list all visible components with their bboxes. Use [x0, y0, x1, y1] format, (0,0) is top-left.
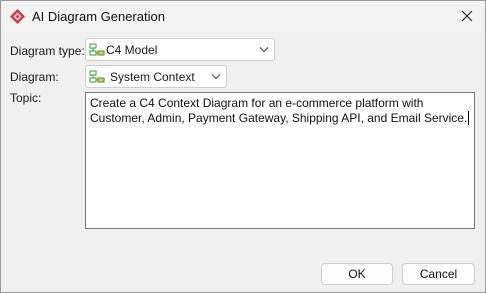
close-icon — [461, 10, 473, 22]
ok-button[interactable]: OK — [321, 263, 393, 285]
dialog-window: AI Diagram Generation Diagram type: C4 M… — [0, 0, 486, 293]
close-button[interactable] — [455, 4, 479, 28]
diagram-value: System Context — [110, 70, 195, 84]
diamond-logo-icon — [10, 9, 25, 24]
topic-text: Create a C4 Context Diagram for an e-com… — [90, 96, 468, 125]
title-bar: AI Diagram Generation — [1, 1, 485, 32]
diagram-label: Diagram: — [10, 70, 59, 84]
diagram-type-dropdown[interactable]: C4 Model — [85, 38, 275, 61]
diagram-type-value: C4 Model — [106, 43, 158, 57]
cancel-button[interactable]: Cancel — [402, 263, 475, 285]
chevron-down-icon — [259, 47, 269, 53]
chevron-down-icon — [211, 74, 221, 80]
topic-textarea[interactable]: Create a C4 Context Diagram for an e-com… — [85, 92, 475, 229]
window-title: AI Diagram Generation — [32, 9, 165, 24]
diagram-dropdown[interactable]: System Context — [85, 65, 227, 88]
text-caret — [468, 111, 470, 125]
topic-label: Topic: — [10, 91, 42, 105]
c4-model-icon — [89, 43, 105, 56]
diagram-type-label: Diagram type: — [10, 44, 85, 58]
system-context-icon — [89, 70, 105, 83]
